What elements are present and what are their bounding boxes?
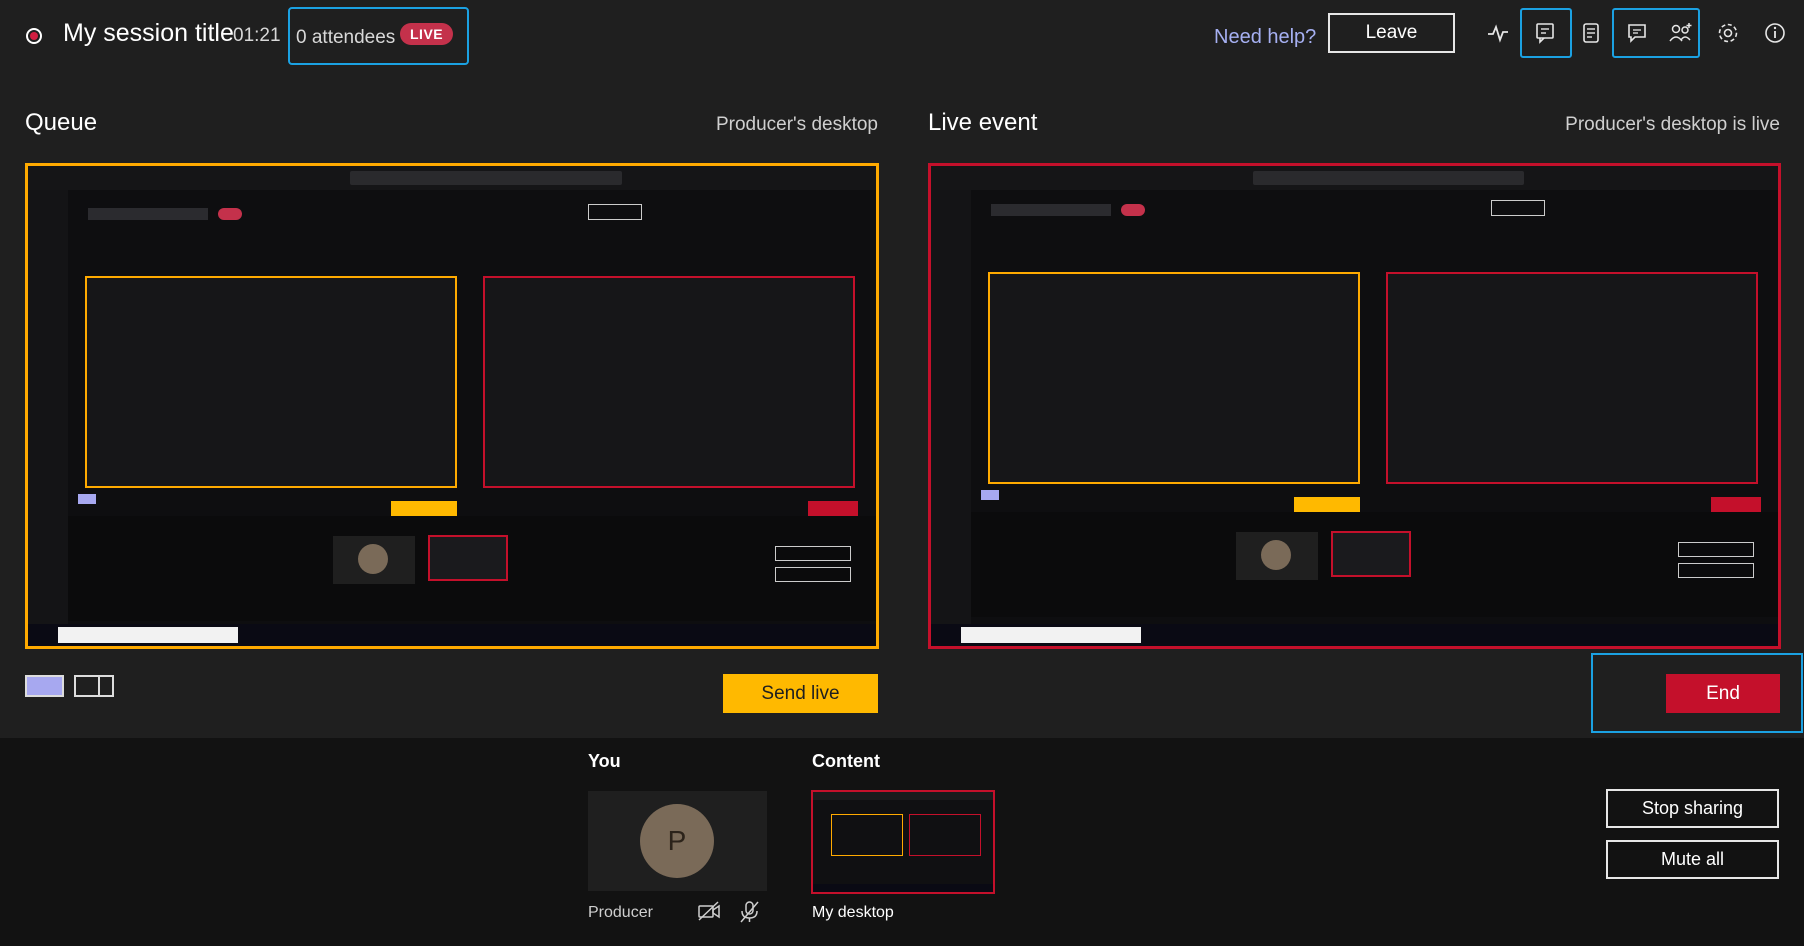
live-event-status: Producer's desktop is live: [1565, 114, 1780, 135]
preview-search-bar: [1252, 171, 1524, 185]
send-live-button[interactable]: Send live: [723, 674, 878, 713]
you-label: You: [588, 751, 621, 771]
preview-taskbar: [931, 624, 1778, 646]
need-help-link[interactable]: Need help?: [1214, 26, 1316, 49]
chat-icon[interactable]: [1622, 18, 1652, 48]
content-tile[interactable]: [811, 790, 995, 894]
live-event-title: Live event: [928, 109, 1038, 136]
avatar: P: [640, 804, 714, 878]
content-titlebar: [813, 792, 993, 800]
health-icon[interactable]: [1483, 18, 1513, 48]
mic-off-icon[interactable]: [738, 900, 760, 929]
recording-indicator-icon: [26, 28, 42, 44]
preview-queue-panel: [85, 276, 457, 488]
preview-stop-sharing: [775, 546, 851, 561]
content-label: Content: [812, 751, 880, 771]
preview-content-tile: [1331, 531, 1411, 577]
preview-stop-sharing: [1678, 542, 1754, 557]
preview-send-live: [1294, 497, 1360, 513]
preview-leave-button: [588, 204, 642, 220]
preview-taskbar-search: [58, 627, 238, 643]
content-live-thumb: [909, 814, 981, 856]
preview-session-header: [88, 208, 208, 220]
session-title: My session title: [63, 19, 234, 47]
settings-icon[interactable]: [1713, 18, 1743, 48]
preview-taskbar: [28, 624, 876, 646]
queue-preview[interactable]: [25, 163, 879, 649]
content-name: My desktop: [812, 904, 894, 921]
participants-icon[interactable]: [1666, 18, 1696, 48]
camera-off-icon[interactable]: [697, 900, 721, 927]
producer-name: Producer: [588, 904, 653, 921]
q-and-a-icon[interactable]: [1531, 18, 1561, 48]
preview-live-badge: [218, 208, 242, 220]
preview-avatar: [358, 544, 388, 574]
preview-content-tile: [428, 535, 508, 581]
preview-avatar: [1261, 540, 1291, 570]
live-event-preview: [928, 163, 1781, 649]
preview-mute-all: [1678, 563, 1754, 578]
preview-app-rail: [931, 190, 971, 624]
preview-titlebar: [931, 166, 1778, 190]
preview-queue-panel: [988, 272, 1360, 484]
meeting-notes-icon[interactable]: [1576, 18, 1606, 48]
preview-layout-a: [981, 490, 999, 500]
preview-taskbar-search: [961, 627, 1141, 643]
preview-live-panel: [483, 276, 855, 488]
stop-sharing-button[interactable]: Stop sharing: [1606, 789, 1779, 828]
attendees-highlight: 0 attendees LIVE: [288, 7, 469, 65]
preview-mute-all: [775, 567, 851, 582]
preview-search-bar: [350, 171, 622, 185]
top-bar: My session title 01:21 0 attendees LIVE …: [0, 0, 1804, 72]
preview-app-rail: [28, 190, 68, 624]
layout-single-button[interactable]: [25, 675, 64, 697]
info-icon[interactable]: [1760, 18, 1790, 48]
layout-split-button[interactable]: [74, 675, 114, 697]
content-taskbar: [813, 884, 993, 892]
preview-live-badge: [1121, 204, 1145, 216]
preview-send-live: [391, 501, 457, 517]
preview-live-panel: [1386, 272, 1758, 484]
queue-title: Queue: [25, 109, 98, 136]
preview-end: [808, 501, 858, 517]
attendee-count: 0 attendees: [296, 27, 396, 48]
mute-all-button[interactable]: Mute all: [1606, 840, 1779, 879]
preview-layout-a: [78, 494, 96, 504]
live-badge: LIVE: [400, 23, 454, 45]
preview-leave-button: [1491, 200, 1545, 216]
preview-session-header: [991, 204, 1111, 216]
preview-end: [1711, 497, 1761, 513]
leave-button[interactable]: Leave: [1328, 13, 1455, 53]
content-queue-thumb: [831, 814, 903, 856]
queue-source: Producer's desktop: [715, 114, 878, 135]
preview-titlebar: [28, 166, 876, 190]
session-timer: 01:21: [233, 25, 281, 46]
end-button[interactable]: End: [1666, 674, 1780, 713]
